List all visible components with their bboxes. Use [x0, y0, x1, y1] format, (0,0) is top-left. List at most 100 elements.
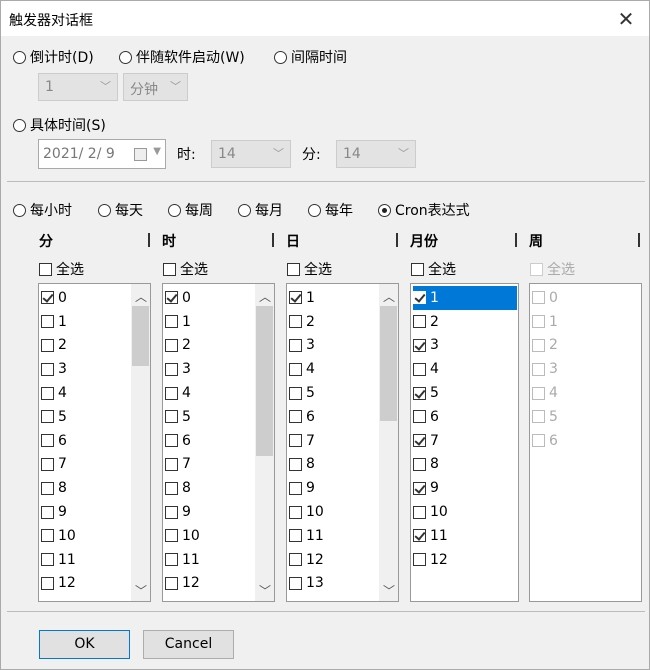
hour-list-item[interactable]: 3 [165, 357, 200, 381]
cancel-button[interactable]: Cancel [143, 630, 234, 659]
hour-list-item[interactable]: 5 [165, 405, 200, 429]
day-list-item[interactable]: 13 [289, 572, 324, 596]
hour-list[interactable]: 0 1 2 3 4 5 6 7 8 9 10 11 12 ︿ ﹀ [162, 283, 275, 602]
month-list-item[interactable]: 1 [413, 286, 517, 310]
scrollbar[interactable]: ︿ ﹀ [255, 284, 274, 601]
hour-list-item[interactable]: 2 [165, 334, 200, 358]
select-all-hour[interactable]: 全选 [163, 259, 208, 279]
radio-yearly[interactable]: 每年 [308, 200, 353, 220]
hour-list-item[interactable]: 12 [165, 572, 200, 596]
hour-list-item[interactable]: 10 [165, 524, 200, 548]
month-list-item[interactable]: 4 [413, 357, 517, 381]
date-picker[interactable]: 2021/ 2/ 9 ▼ [38, 139, 166, 169]
minute-list-item[interactable]: 5 [41, 405, 76, 429]
minute-list[interactable]: 0 1 2 3 4 5 6 7 8 9 10 11 12 ︿ ﹀ [38, 283, 151, 602]
day-list[interactable]: 1 2 3 4 5 6 7 8 9 10 11 12 13 ︿ ﹀ [286, 283, 399, 602]
minute-list-item-label: 12 [58, 575, 76, 592]
minute-list-item[interactable]: 10 [41, 524, 76, 548]
radio-icon [119, 50, 132, 64]
day-list-item[interactable]: 2 [289, 310, 324, 334]
checkbox-icon [165, 505, 178, 519]
hour-list-item[interactable]: 7 [165, 453, 200, 477]
scrollbar[interactable]: ︿ ﹀ [379, 284, 398, 601]
minute-list-item[interactable]: 9 [41, 500, 76, 524]
month-list-item[interactable]: 10 [413, 500, 517, 524]
minute-select[interactable]: 14 ﹀ [336, 140, 416, 168]
minute-list-item[interactable]: 4 [41, 381, 76, 405]
month-list-item[interactable]: 3 [413, 334, 517, 358]
month-list-item[interactable]: 11 [413, 524, 517, 548]
hour-select[interactable]: 14 ﹀ [211, 140, 291, 168]
select-all-minute[interactable]: 全选 [39, 259, 84, 279]
hour-list-item-label: 1 [182, 313, 191, 330]
minute-list-item-label: 2 [58, 337, 67, 354]
radio-interval[interactable]: 间隔时间 [274, 47, 347, 67]
minute-list-item[interactable]: 11 [41, 548, 76, 572]
day-list-item[interactable]: 8 [289, 453, 324, 477]
hour-list-item[interactable]: 6 [165, 429, 200, 453]
close-icon[interactable]: ✕ [609, 5, 643, 33]
day-list-item[interactable]: 4 [289, 357, 324, 381]
month-list[interactable]: 1 2 3 4 5 6 7 8 9 10 11 12 [410, 283, 519, 602]
chevron-up-icon[interactable]: ︿ [259, 288, 271, 305]
radio-monthly[interactable]: 每月 [238, 200, 283, 220]
hour-list-item[interactable]: 1 [165, 310, 200, 334]
minute-list-item[interactable]: 1 [41, 310, 76, 334]
hour-list-item[interactable]: 4 [165, 381, 200, 405]
checkbox-icon [532, 338, 545, 352]
hour-list-item-label: 4 [182, 385, 191, 402]
month-list-item[interactable]: 2 [413, 310, 517, 334]
checkbox-icon [289, 315, 302, 329]
chevron-down-icon[interactable]: ▼ [153, 146, 161, 157]
radio-daily[interactable]: 每天 [98, 200, 143, 220]
month-list-item[interactable]: 7 [413, 429, 517, 453]
radio-cron[interactable]: Cron表达式 [378, 200, 470, 220]
month-list-item[interactable]: 8 [413, 453, 517, 477]
chevron-up-icon[interactable]: ︿ [135, 288, 147, 305]
month-list-item[interactable]: 5 [413, 381, 517, 405]
day-list-item[interactable]: 10 [289, 500, 324, 524]
chevron-down-icon[interactable]: ﹀ [135, 582, 147, 599]
minute-list-item[interactable]: 6 [41, 429, 76, 453]
select-all-day[interactable]: 全选 [287, 259, 332, 279]
day-list-item[interactable]: 12 [289, 548, 324, 572]
day-list-item-label: 12 [306, 551, 324, 568]
scrollbar-thumb[interactable] [256, 306, 273, 456]
radio-countdown[interactable]: 倒计时(D) [13, 47, 94, 67]
chevron-down-icon[interactable]: ﹀ [383, 582, 395, 599]
day-list-item[interactable]: 3 [289, 334, 324, 358]
day-list-item[interactable]: 6 [289, 405, 324, 429]
minute-list-item[interactable]: 8 [41, 476, 76, 500]
interval-value-select[interactable]: 1 ﹀ [38, 73, 118, 101]
minute-list-item[interactable]: 0 [41, 286, 76, 310]
scrollbar-thumb[interactable] [132, 306, 149, 366]
hour-list-item[interactable]: 9 [165, 500, 200, 524]
month-list-item[interactable]: 12 [413, 548, 517, 572]
minute-list-item[interactable]: 2 [41, 334, 76, 358]
scrollbar[interactable]: ︿ ﹀ [131, 284, 150, 601]
radio-weekly[interactable]: 每周 [168, 200, 213, 220]
select-all-month[interactable]: 全选 [411, 259, 456, 279]
month-list-item[interactable]: 9 [413, 476, 517, 500]
hour-list-item[interactable]: 11 [165, 548, 200, 572]
day-list-item[interactable]: 1 [289, 286, 324, 310]
day-list-item[interactable]: 7 [289, 429, 324, 453]
minute-list-item[interactable]: 12 [41, 572, 76, 596]
hour-list-item[interactable]: 8 [165, 476, 200, 500]
minute-list-item[interactable]: 3 [41, 357, 76, 381]
interval-unit-select[interactable]: 分钟 ﹀ [123, 73, 188, 101]
day-list-item[interactable]: 11 [289, 524, 324, 548]
minute-list-item[interactable]: 7 [41, 453, 76, 477]
day-list-item[interactable]: 9 [289, 476, 324, 500]
ok-button[interactable]: OK [39, 630, 130, 659]
day-list-item[interactable]: 5 [289, 381, 324, 405]
month-list-item[interactable]: 6 [413, 405, 517, 429]
hour-list-item[interactable]: 0 [165, 286, 200, 310]
radio-hourly[interactable]: 每小时 [13, 200, 72, 220]
chevron-up-icon[interactable]: ︿ [383, 288, 395, 305]
calendar-icon[interactable] [134, 148, 147, 161]
radio-specific-time[interactable]: 具体时间(S) [13, 115, 106, 135]
chevron-down-icon[interactable]: ﹀ [259, 582, 271, 599]
radio-with-app[interactable]: 伴随软件启动(W) [119, 47, 245, 67]
scrollbar-thumb[interactable] [380, 306, 397, 421]
